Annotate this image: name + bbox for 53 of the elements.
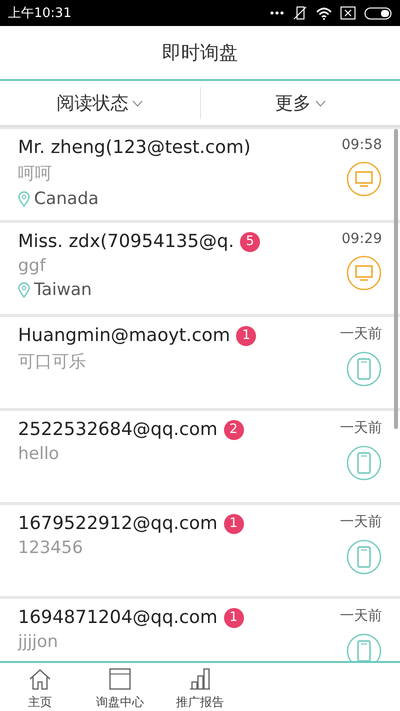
message-preview: hello xyxy=(18,444,60,464)
location-pin-icon xyxy=(18,282,30,298)
message-time: 一天前 xyxy=(340,607,382,625)
no-sim-icon xyxy=(340,6,356,20)
window-icon xyxy=(108,666,132,690)
message-preview: 123456 xyxy=(18,538,84,558)
message-time: 09:58 xyxy=(342,137,382,153)
message-preview: 可口可乐 xyxy=(18,351,87,373)
contact-name: 2522532684@qq.com xyxy=(18,419,218,440)
chevron-down-icon xyxy=(314,100,326,106)
monitor-icon xyxy=(346,255,382,291)
tab-bar-item[interactable]: 推广报告 xyxy=(160,663,240,711)
message-time: 一天前 xyxy=(340,513,382,531)
more-icon xyxy=(270,11,284,15)
inquiry-item[interactable]: 1679522912@qq.com 1 123456 一天前 xyxy=(0,505,400,596)
vibrate-off-icon xyxy=(292,6,308,20)
message-preview: jjjjon xyxy=(18,632,60,652)
unread-badge: 2 xyxy=(224,420,244,440)
unread-badge: 1 xyxy=(224,608,244,628)
page-title: 即时询盘 xyxy=(162,40,238,66)
scrollbar[interactable] xyxy=(394,129,398,429)
tab-bar-item[interactable]: 询盘中心 xyxy=(80,663,160,711)
contact-name: Mr. zheng(123@test.com) xyxy=(18,137,251,158)
inquiry-item[interactable]: Miss. zdx(70954135@q. 5 ggf Taiwan 09:29 xyxy=(0,223,400,314)
monitor-icon xyxy=(346,161,382,197)
location-pin-icon xyxy=(18,191,30,207)
inquiry-item[interactable]: Mr. zheng(123@test.com) 呵呵 Canada 09:58 xyxy=(0,129,400,220)
wifi-icon xyxy=(316,6,332,20)
contact-name: Miss. zdx(70954135@q. xyxy=(18,231,234,252)
inquiry-item[interactable]: 1694871204@qq.com 1 jjjjon 一天前 xyxy=(0,599,400,661)
bar-chart-icon xyxy=(188,666,212,690)
location-text: Canada xyxy=(34,189,99,209)
location-text: Taiwan xyxy=(34,280,92,300)
inquiry-item[interactable]: 2522532684@qq.com 2 hello 一天前 xyxy=(0,411,400,502)
contact-name: 1694871204@qq.com xyxy=(18,607,218,628)
message-time: 09:29 xyxy=(342,231,382,247)
unread-badge: 1 xyxy=(236,326,256,346)
contact-name: Huangmin@maoyt.com xyxy=(18,325,230,346)
contact-name: 1679522912@qq.com xyxy=(18,513,218,534)
unread-badge: 5 xyxy=(240,232,260,252)
chevron-down-icon xyxy=(132,100,144,106)
message-time: 一天前 xyxy=(340,325,382,343)
message-preview: 呵呵 xyxy=(18,163,53,185)
unread-badge: 1 xyxy=(224,514,244,534)
filter-dropdown[interactable]: 更多 xyxy=(200,87,400,119)
home-icon xyxy=(28,666,52,690)
inquiry-item[interactable]: Huangmin@maoyt.com 1 可口可乐 一天前 xyxy=(0,317,400,408)
battery-icon xyxy=(364,6,392,20)
message-preview: ggf xyxy=(18,256,47,276)
filter-dropdown[interactable]: 阅读状态 xyxy=(0,87,200,119)
tab-bar-item[interactable]: 主页 xyxy=(0,663,80,711)
status-time: 上午10:31 xyxy=(8,5,72,22)
message-time: 一天前 xyxy=(340,419,382,437)
